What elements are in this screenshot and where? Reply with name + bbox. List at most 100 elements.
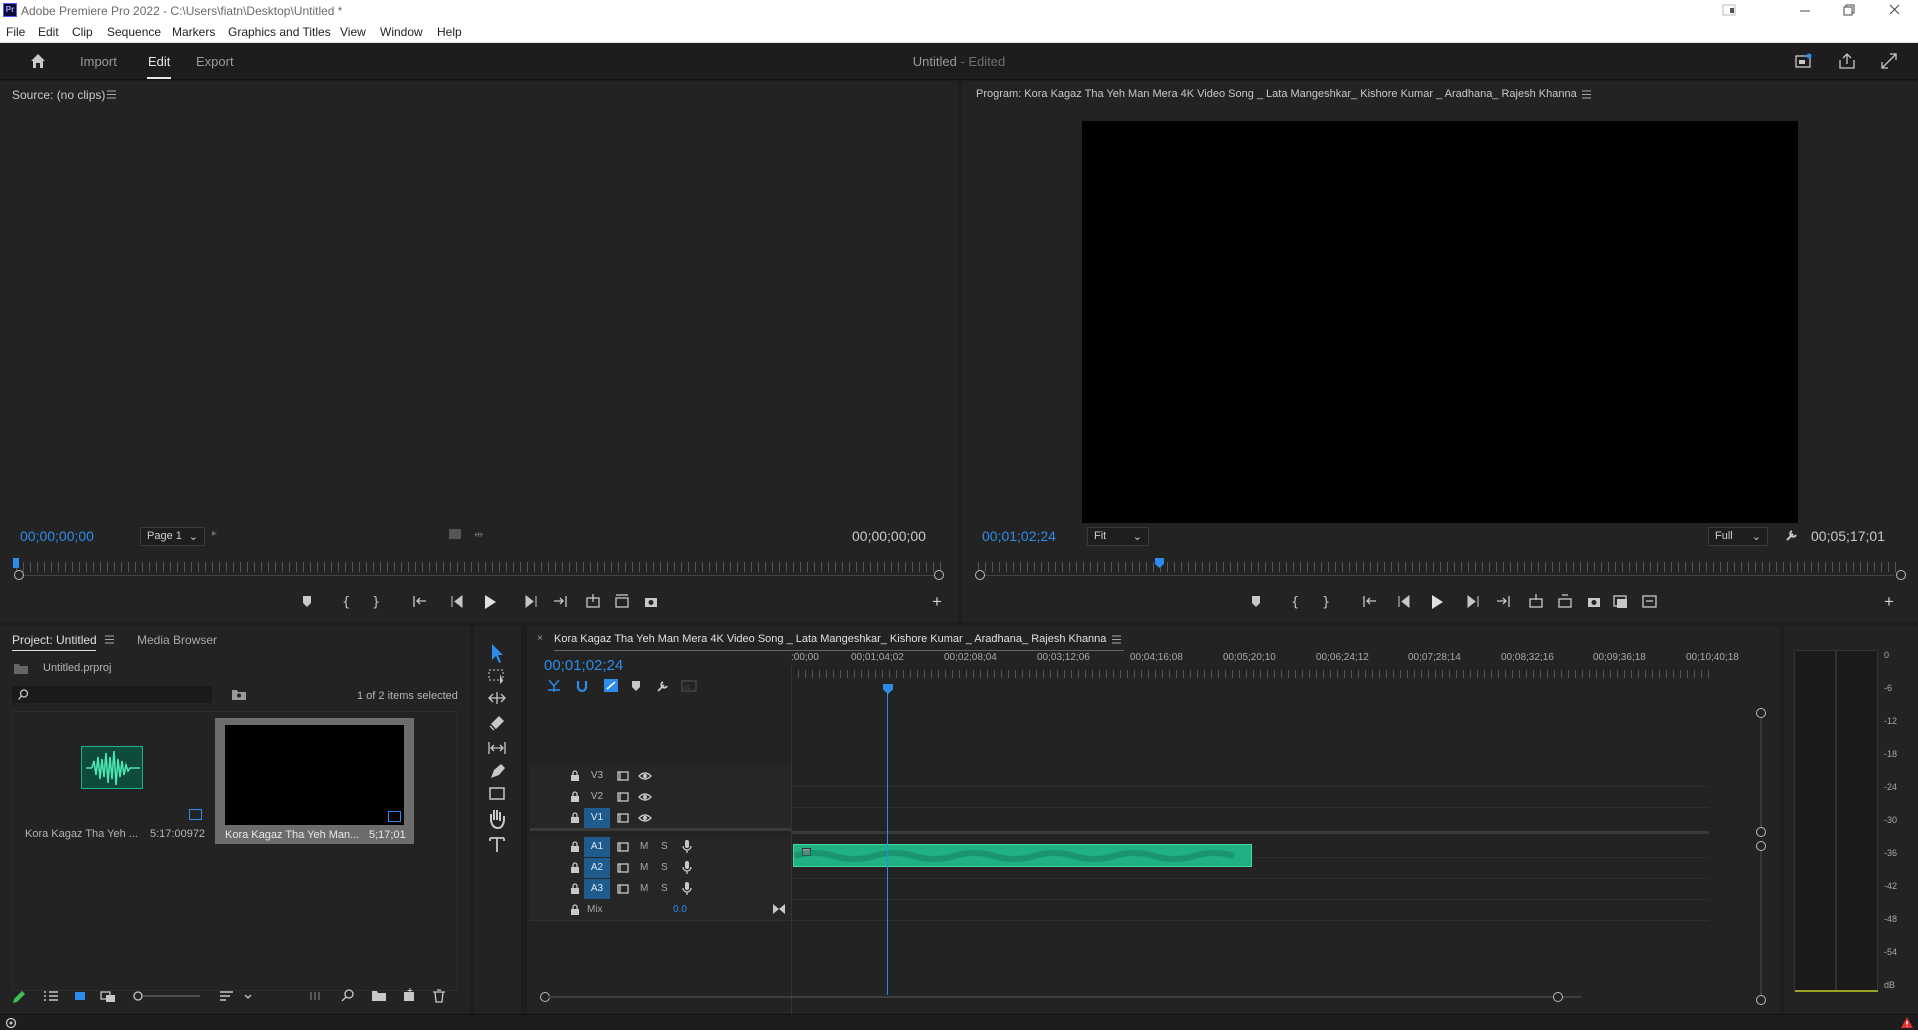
active-tab-underline	[147, 77, 171, 79]
lane-divider	[791, 807, 1709, 808]
mark-in-icon: {	[1291, 595, 1299, 610]
razor-tool-icon	[489, 716, 504, 731]
page-select-label: Page 1	[147, 530, 182, 542]
wrench-icon[interactable]	[1785, 528, 1799, 542]
menu-edit[interactable]: Edit	[38, 25, 59, 39]
video-scroll-bottom-handle[interactable]	[1756, 827, 1766, 837]
track-label-v3[interactable]: V3	[584, 766, 610, 786]
panel-menu-icon[interactable]	[105, 635, 115, 644]
tab-project[interactable]: Project: Untitled	[12, 633, 97, 647]
lock-icon	[571, 791, 579, 802]
source-ruler[interactable]	[16, 562, 941, 572]
meter-scale-label: dB	[1884, 980, 1896, 990]
panel-menu-icon[interactable]	[1582, 90, 1592, 99]
minimize-button[interactable]	[1795, 2, 1815, 18]
ruler-label: :00;00	[791, 652, 819, 663]
video-scroll-track[interactable]	[1760, 718, 1762, 828]
program-timecode[interactable]: 00;01;02;24	[982, 528, 1056, 544]
timeline-timecode[interactable]: 00;01;02;24	[544, 657, 623, 674]
maximize-button[interactable]	[1840, 2, 1860, 18]
menu-clip[interactable]: Clip	[72, 25, 93, 39]
menu-graphics-and-titles[interactable]: Graphics and Titles	[228, 25, 331, 39]
audio-scroll-top-handle[interactable]	[1756, 841, 1766, 851]
captions-icon: cc	[681, 680, 697, 692]
track-label-v2[interactable]: V2	[584, 787, 610, 807]
menu-window[interactable]: Window	[380, 25, 423, 39]
timeline-zoom-bar[interactable]	[549, 996, 1581, 998]
timeline-playhead-handle[interactable]	[883, 684, 893, 694]
sync-lock-icon	[617, 842, 629, 852]
source-panel-title[interactable]: Source: (no clips)	[12, 88, 105, 102]
lane-divider	[791, 899, 1709, 900]
solo-button[interactable]: S	[661, 841, 668, 852]
warning-icon	[1901, 1017, 1913, 1028]
program-zoom-bar[interactable]	[982, 575, 1894, 576]
solo-button[interactable]: S	[661, 862, 668, 873]
video-scroll-top-handle[interactable]	[1756, 708, 1766, 718]
source-playhead-marker[interactable]	[13, 558, 19, 568]
source-zoom-bar[interactable]	[20, 575, 938, 576]
mute-button[interactable]: M	[640, 862, 648, 873]
source-zoom-right-handle[interactable]	[934, 570, 944, 580]
mute-button[interactable]: M	[640, 883, 648, 894]
track-header-a2: A2 M S	[530, 857, 791, 879]
safe-margins-icon[interactable]	[448, 528, 462, 540]
program-zoom-select[interactable]: Fit ⌄	[1087, 527, 1149, 546]
solo-button[interactable]: S	[661, 883, 668, 894]
menu-help[interactable]: Help	[437, 25, 462, 39]
program-zoom-left-handle[interactable]	[975, 570, 985, 580]
play-arrow-icon: ▸	[212, 528, 218, 539]
project-bottom-toolbar	[0, 980, 470, 1010]
source-zoom-left-handle[interactable]	[14, 570, 24, 580]
svg-text:{: {	[1291, 595, 1299, 610]
close-sequence-icon[interactable]: ×	[537, 633, 543, 644]
program-ruler[interactable]	[978, 562, 1900, 572]
program-resolution-select[interactable]: Full ⌄	[1708, 527, 1768, 546]
ruler-label: 00;10;40;18	[1686, 652, 1739, 663]
mix-value[interactable]: 0.0	[673, 904, 687, 915]
audio-clip-a1[interactable]	[793, 844, 1252, 867]
go-to-in-icon	[413, 596, 426, 607]
menu-view[interactable]: View	[340, 25, 366, 39]
close-button[interactable]	[1885, 2, 1905, 18]
mute-button[interactable]: M	[640, 841, 648, 852]
share-icon[interactable]	[1838, 52, 1856, 70]
menu-sequence[interactable]: Sequence	[107, 25, 161, 39]
insert-icon	[586, 594, 600, 608]
menu-markers[interactable]: Markers	[172, 25, 215, 39]
source-duration: 00;00;00;00	[852, 528, 926, 544]
timeline-ruler[interactable]: :00;00 00;01;04;02 00;02;08;04 00;03;12;…	[791, 652, 1739, 688]
timeline-zoom-right-handle[interactable]	[1553, 992, 1563, 1002]
meter-scale-label: -54	[1884, 947, 1898, 957]
source-add-button-icon[interactable]: +	[932, 592, 942, 612]
program-video-frame[interactable]	[1082, 121, 1798, 523]
new-search-bin-icon[interactable]	[232, 688, 246, 700]
doc-name: Untitled	[912, 54, 957, 69]
audio-scroll-track[interactable]	[1760, 851, 1762, 996]
program-zoom-right-handle[interactable]	[1896, 570, 1906, 580]
timeline-playhead-line	[887, 692, 888, 995]
audio-scroll-bottom-handle[interactable]	[1756, 995, 1766, 1005]
project-search-input[interactable]	[12, 686, 212, 703]
program-panel-title[interactable]: Program: Kora Kagaz Tha Yeh Man Mera 4K …	[976, 88, 1577, 100]
source-page-select[interactable]: Page 1 ⌄	[140, 527, 205, 546]
fullscreen-icon[interactable]	[1880, 52, 1898, 70]
lock-icon	[571, 883, 579, 894]
window-icon[interactable]	[1722, 4, 1736, 16]
panel-menu-icon[interactable]	[107, 90, 117, 99]
sync-lock-icon	[617, 771, 629, 781]
track-label-a1[interactable]: A1	[584, 837, 610, 857]
drag-icon[interactable]: ⇹	[474, 528, 483, 541]
sequence-tab-title[interactable]: Kora Kagaz Tha Yeh Man Mera 4K Video Son…	[554, 633, 1106, 645]
menu-file[interactable]: File	[6, 25, 25, 39]
tab-media-browser[interactable]: Media Browser	[137, 633, 217, 647]
track-label-a2[interactable]: A2	[584, 858, 610, 878]
quick-export-icon[interactable]	[1795, 53, 1813, 69]
track-label-a3[interactable]: A3	[584, 879, 610, 899]
extract-icon	[1558, 594, 1572, 608]
source-timecode[interactable]: 00;00;00;00	[20, 528, 94, 544]
program-add-button-icon[interactable]: +	[1884, 592, 1894, 612]
type-tool-icon	[489, 837, 505, 852]
panel-menu-icon[interactable]	[1112, 635, 1122, 644]
track-label-v1[interactable]: V1	[584, 808, 610, 828]
